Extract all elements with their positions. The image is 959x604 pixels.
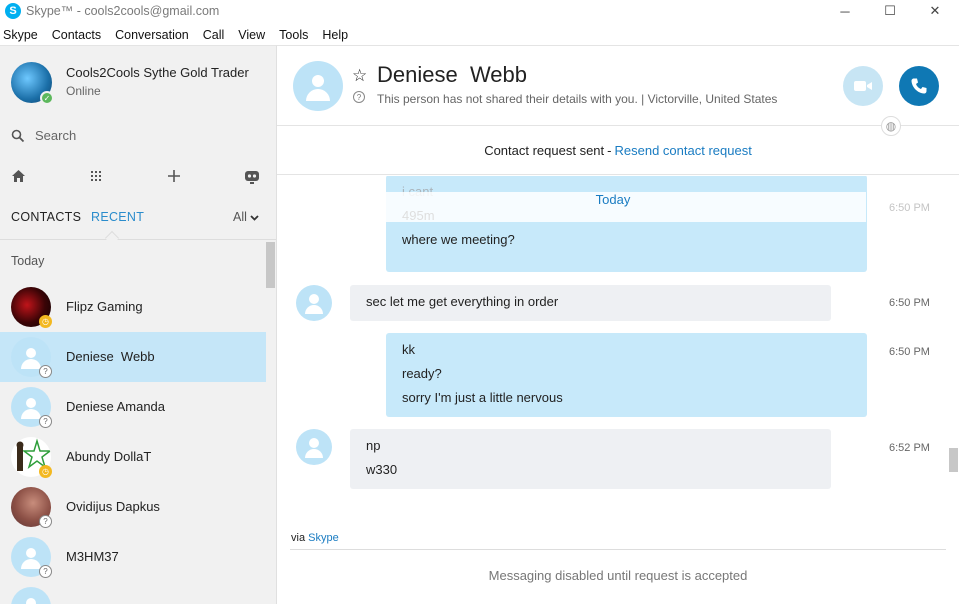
message-bubble-outgoing[interactable]: kk ready? sorry I'm just a little nervou… bbox=[386, 333, 867, 417]
maximize-button[interactable]: ☐ bbox=[867, 0, 913, 22]
bots-icon[interactable] bbox=[242, 164, 262, 188]
contact-name: Abundy DollaT bbox=[66, 449, 152, 464]
message-line: w330 bbox=[366, 462, 398, 477]
menu-tools[interactable]: Tools bbox=[279, 28, 308, 42]
phone-icon bbox=[911, 78, 927, 94]
title-bar: S Skype™ - cools2cools@gmail.com ─ ☐ ✕ bbox=[0, 0, 959, 22]
profile-card[interactable]: ✓ Cools2Cools Sythe Gold Trader Online bbox=[11, 62, 249, 105]
minimize-button[interactable]: ─ bbox=[822, 0, 868, 22]
audio-call-button[interactable] bbox=[899, 66, 939, 106]
message-bubble-incoming[interactable]: np w330 bbox=[350, 429, 831, 489]
search-input[interactable]: Search bbox=[35, 128, 76, 143]
contact-item[interactable]: ◷ Flipz Gaming bbox=[0, 282, 266, 332]
sender-avatar[interactable] bbox=[296, 429, 332, 465]
skype-logo-icon: S bbox=[5, 3, 21, 19]
contact-item[interactable]: ? Deniese Amanda bbox=[0, 382, 266, 432]
menu-view[interactable]: View bbox=[238, 28, 265, 42]
contact-name: M3HM37 bbox=[66, 549, 119, 564]
contact-name: Ovidijus Dapkus bbox=[66, 499, 160, 514]
contact-profile-avatar[interactable] bbox=[293, 61, 343, 111]
message-timestamp: 6:52 PM bbox=[889, 442, 930, 454]
contact-item-selected[interactable]: ? Deniese Webb bbox=[0, 332, 266, 382]
dialpad-icon[interactable] bbox=[86, 164, 106, 188]
via-skype-label: via Skype bbox=[291, 532, 339, 544]
home-icon[interactable] bbox=[8, 164, 28, 188]
message-line: where we meeting? bbox=[402, 232, 515, 247]
conversation-scrollbar[interactable] bbox=[949, 448, 958, 472]
tab-recent[interactable]: RECENT bbox=[91, 210, 144, 224]
profile-name: Cools2Cools Sythe Gold Trader bbox=[66, 65, 249, 80]
contact-avatar bbox=[11, 587, 51, 604]
divider bbox=[290, 549, 946, 550]
contact-request-bar: Contact request sent - Resend contact re… bbox=[277, 126, 959, 175]
menu-call[interactable]: Call bbox=[203, 28, 225, 42]
contact-item[interactable]: ? M3HM37 bbox=[0, 532, 266, 582]
unknown-status-icon: ? bbox=[39, 515, 52, 528]
menu-help[interactable]: Help bbox=[322, 28, 348, 42]
contact-item[interactable]: ◷ Abundy DollaT bbox=[0, 432, 266, 482]
request-status-text: Contact request sent bbox=[484, 142, 605, 158]
message-bubble-outgoing[interactable]: i cant 495m where we meeting? bbox=[386, 176, 867, 272]
favorite-star-icon[interactable]: ☆ bbox=[352, 66, 367, 86]
conversation-contact-name[interactable]: Deniese Webb bbox=[377, 62, 527, 88]
chevron-down-icon bbox=[250, 215, 260, 221]
resend-request-link[interactable]: Resend contact request bbox=[615, 143, 752, 158]
unknown-status-icon: ? bbox=[39, 415, 52, 428]
messaging-disabled-notice: Messaging disabled until request is acce… bbox=[488, 568, 748, 583]
section-header-today: Today bbox=[11, 254, 45, 268]
away-clock-icon: ◷ bbox=[39, 315, 52, 328]
menu-conversation[interactable]: Conversation bbox=[115, 28, 189, 42]
add-contact-icon[interactable] bbox=[164, 164, 184, 188]
message-line: np bbox=[366, 438, 381, 453]
online-status-icon: ✓ bbox=[40, 91, 54, 105]
contact-name: Flipz Gaming bbox=[66, 299, 143, 314]
contact-details: This person has not shared their details… bbox=[377, 92, 778, 106]
sidebar-scrollbar[interactable] bbox=[266, 242, 275, 288]
tab-contacts[interactable]: CONTACTS bbox=[11, 210, 81, 224]
unknown-status-icon: ? bbox=[39, 365, 52, 378]
message-line: sorry I'm just a little nervous bbox=[402, 390, 563, 405]
window-title: Skype™ - cools2cools@gmail.com bbox=[26, 4, 220, 18]
via-skype-link[interactable]: Skype bbox=[308, 532, 339, 544]
sidebar-toolbar bbox=[0, 164, 276, 188]
contact-name: Deniese Amanda bbox=[66, 399, 166, 414]
search-box[interactable]: Search bbox=[11, 128, 76, 143]
search-icon bbox=[11, 129, 25, 142]
filter-dropdown[interactable]: All bbox=[233, 210, 260, 224]
menu-contacts[interactable]: Contacts bbox=[52, 28, 101, 42]
active-tab-caret bbox=[104, 230, 120, 246]
video-call-button[interactable] bbox=[843, 66, 883, 106]
menu-bar: Skype Contacts Conversation Call View To… bbox=[0, 25, 359, 45]
message-line: sec let me get everything in order bbox=[366, 294, 559, 309]
profile-avatar[interactable]: ✓ bbox=[11, 62, 54, 105]
info-icon: ? bbox=[353, 91, 365, 103]
conversation-header: ☆ Deniese Webb ? This person has not sha… bbox=[277, 45, 959, 136]
close-button[interactable]: ✕ bbox=[912, 0, 958, 22]
message-timestamp: 6:50 PM bbox=[889, 297, 930, 309]
message-list: i cant 495m where we meeting? Today 6:50… bbox=[277, 176, 959, 526]
menu-skype[interactable]: Skype bbox=[3, 28, 38, 42]
filter-label: All bbox=[233, 210, 247, 224]
contact-name: Deniese Webb bbox=[66, 349, 155, 364]
request-separator: - bbox=[607, 142, 612, 158]
via-text: via bbox=[291, 532, 306, 544]
contact-tabs: CONTACTS RECENT All bbox=[0, 204, 276, 246]
profile-status[interactable]: Online bbox=[66, 84, 101, 98]
away-clock-icon: ◷ bbox=[39, 465, 52, 478]
contact-item-partial[interactable] bbox=[0, 582, 266, 604]
message-line: kk bbox=[402, 342, 415, 357]
contact-item[interactable]: ? Ovidijus Dapkus bbox=[0, 482, 266, 532]
sidebar: ✓ Cools2Cools Sythe Gold Trader Online S… bbox=[0, 45, 277, 604]
message-line: ready? bbox=[402, 366, 442, 381]
sender-avatar[interactable] bbox=[296, 285, 332, 321]
video-camera-icon bbox=[854, 81, 872, 91]
message-bubble-incoming[interactable]: sec let me get everything in order bbox=[350, 285, 831, 321]
message-timestamp: 6:50 PM bbox=[889, 346, 930, 358]
day-separator: Today bbox=[595, 192, 631, 207]
unknown-status-icon: ? bbox=[39, 565, 52, 578]
